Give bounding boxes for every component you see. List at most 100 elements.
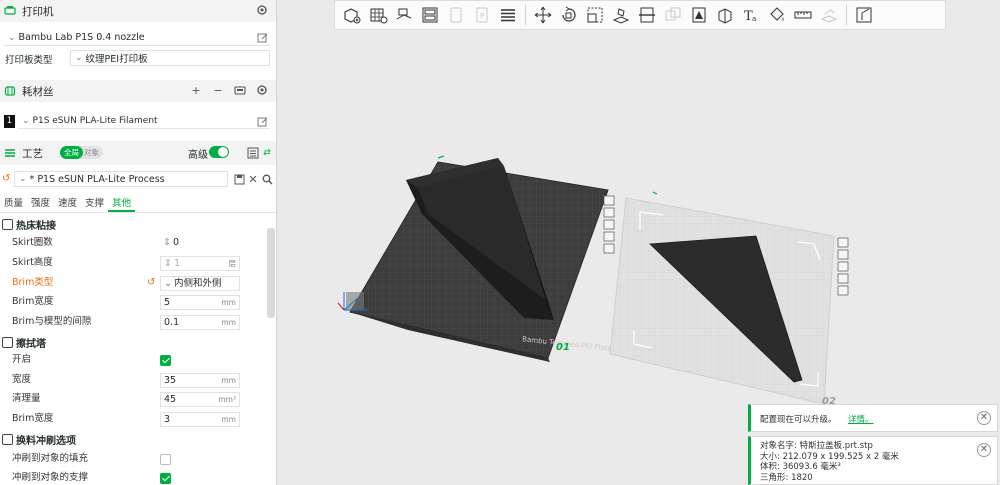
plate-1-number: 01 — [556, 342, 570, 353]
close-object-info-icon[interactable]: ✕ — [977, 443, 991, 457]
filament-preset-select[interactable]: ⌄ P1S eSUN PLA-Lite Filament — [18, 113, 270, 129]
filament-settings-gear-icon[interactable] — [255, 83, 269, 97]
prime-volume-label: 清理量 — [12, 393, 41, 404]
compare-icon[interactable]: ⇄ — [260, 146, 274, 160]
brim-width-value: 5 — [164, 297, 171, 308]
tower-brim-width-label: Brim宽度 — [12, 413, 54, 424]
filament-slot-badge[interactable]: 1 — [4, 115, 15, 128]
tab-support[interactable]: 支撑 — [81, 196, 108, 212]
prime-volume-unit: mm³ — [218, 395, 236, 404]
brim-gap-input[interactable]: 0.1 mm — [160, 315, 240, 330]
3d-viewport[interactable]: P Ta Bambu Textured PEI Plate 01 02 配置现在… — [278, 0, 1000, 485]
size-value: 212.079 x 199.525 x 2 毫米 — [782, 451, 899, 462]
process-icon — [4, 147, 16, 159]
plate-type-label: 打印板类型 — [5, 55, 53, 66]
tab-strength[interactable]: 强度 — [27, 196, 54, 212]
flush-support-checkbox[interactable] — [160, 473, 171, 484]
brim-type-value: 内侧和外侧 — [173, 278, 222, 289]
advanced-label: 高级 — [188, 150, 208, 161]
skirt-height-unit: 层 — [228, 259, 237, 268]
flush-options-title: 换料冲刷选项 — [16, 435, 76, 447]
settings-scrollbar[interactable] — [267, 228, 275, 318]
plate-1-tools[interactable] — [603, 195, 615, 254]
brim-width-unit: mm — [221, 298, 236, 307]
tower-brim-width-input[interactable]: 3 mm — [160, 412, 240, 427]
skirt-height-input[interactable]: ⇕ 1 层 — [160, 256, 240, 271]
process-preset-select[interactable]: ⌄ * P1S eSUN PLA-Lite Process — [14, 171, 228, 187]
skirt-loops-input[interactable]: ⇕ 0 — [160, 236, 240, 251]
toggle-object[interactable]: 对象 — [83, 146, 103, 159]
brim-type-label: Brim类型 — [12, 277, 54, 288]
brim-gap-label: Brim与模型的间隙 — [12, 316, 92, 327]
tower-width-input[interactable]: 35 mm — [160, 373, 240, 388]
object-name-label: 对象名字: — [760, 441, 797, 451]
toggle-global[interactable]: 全局 — [60, 146, 83, 159]
tower-width-unit: mm — [221, 376, 236, 385]
advanced-switch[interactable] — [209, 146, 229, 158]
save-icon[interactable] — [232, 172, 246, 186]
bed-adhesion-title: 热床粘接 — [16, 220, 56, 232]
skirt-height-label: Skirt高度 — [12, 257, 53, 268]
sync-icon[interactable] — [233, 83, 247, 97]
flush-support-label: 冲刷到对象的支撑 — [12, 472, 89, 483]
volume-label: 体积: — [760, 462, 780, 472]
flush-infill-checkbox[interactable] — [160, 454, 171, 465]
volume-value: 36093.6 毫米³ — [782, 462, 841, 472]
tower-width-value: 35 — [164, 375, 177, 386]
skirt-loops-value: 0 — [172, 237, 180, 248]
upgrade-text: 配置现在可以升级。 — [760, 415, 837, 425]
tabs-divider — [0, 212, 276, 213]
filament-section-header: 耗材丝 + − — [0, 80, 276, 102]
printer-icon — [4, 5, 16, 17]
enable-checkbox[interactable] — [160, 355, 171, 366]
reset-brim-type-icon[interactable]: ↺ — [147, 277, 155, 288]
printer-settings-gear-icon[interactable] — [255, 3, 269, 17]
minus-icon[interactable]: − — [211, 83, 225, 97]
settings-panel: 打印机 ⌄ Bambu Lab P1S 0.4 nozzle 打印板类型 ⌄ 纹… — [0, 0, 277, 485]
object-name-value: 特斯拉盖板.prt.stp — [799, 441, 873, 451]
brim-width-input[interactable]: 5 mm — [160, 295, 240, 310]
list-icon[interactable] — [246, 146, 260, 160]
tower-brim-width-unit: mm — [221, 415, 236, 424]
group-flush-options: 换料冲刷选项 — [0, 430, 270, 448]
printer-title: 打印机 — [22, 5, 54, 18]
bed-adhesion-icon — [2, 218, 13, 230]
upgrade-notification: 配置现在可以升级。 详情。 ✕ — [748, 404, 998, 432]
global-object-toggle[interactable]: 全局 对象 — [60, 146, 103, 159]
printer-edit-icon[interactable] — [255, 31, 269, 45]
stepper-icon[interactable]: ⇕ — [164, 258, 172, 269]
tab-others[interactable]: 其他 — [108, 196, 136, 212]
enable-label: 开启 — [12, 354, 32, 365]
tab-quality[interactable]: 质量 — [0, 196, 27, 212]
flush-options-icon — [2, 433, 13, 445]
stepper-icon[interactable]: ⇕ — [163, 237, 171, 248]
close-notification-icon[interactable]: ✕ — [977, 411, 991, 425]
printer-preset-select[interactable]: ⌄ Bambu Lab P1S 0.4 nozzle — [4, 30, 270, 46]
plate-2-tools[interactable] — [837, 237, 849, 296]
brim-gap-unit: mm — [221, 318, 236, 327]
upgrade-details-link[interactable]: 详情。 — [848, 413, 874, 425]
filament-edit-icon[interactable] — [255, 115, 269, 129]
tower-brim-width-value: 3 — [164, 414, 171, 425]
process-title: 工艺 — [22, 147, 43, 160]
group-bed-adhesion: 热床粘接 — [0, 215, 270, 233]
process-section-header: 工艺 全局 对象 高级 ⇄ — [0, 141, 276, 165]
plate-type-select[interactable]: ⌄ 纹理PEI打印板 — [70, 50, 270, 66]
plate-type-value: 纹理PEI打印板 — [85, 54, 148, 65]
search-icon[interactable] — [260, 172, 274, 186]
prime-volume-value: 45 — [164, 394, 177, 405]
reset-process-icon[interactable]: ↺ — [2, 173, 10, 184]
brim-width-label: Brim宽度 — [12, 296, 54, 307]
prime-volume-input[interactable]: 45 mm³ — [160, 392, 240, 407]
filament-title: 耗材丝 — [22, 85, 54, 98]
printer-section-header: 打印机 — [0, 0, 276, 22]
tab-speed[interactable]: 速度 — [54, 196, 81, 212]
filament-preset-value: P1S eSUN PLA-Lite Filament — [32, 115, 158, 126]
group-prime-tower: 擦拭塔 — [0, 333, 270, 351]
brim-type-select[interactable]: ⌄ 内侧和外侧 — [160, 276, 240, 291]
printer-preset-value: Bambu Lab P1S 0.4 nozzle — [18, 32, 145, 43]
prime-tower-title: 擦拭塔 — [16, 338, 46, 350]
close-icon[interactable]: ✕ — [246, 172, 260, 186]
plus-icon[interactable]: + — [189, 83, 203, 97]
flush-infill-label: 冲刷到对象的填充 — [12, 453, 89, 464]
